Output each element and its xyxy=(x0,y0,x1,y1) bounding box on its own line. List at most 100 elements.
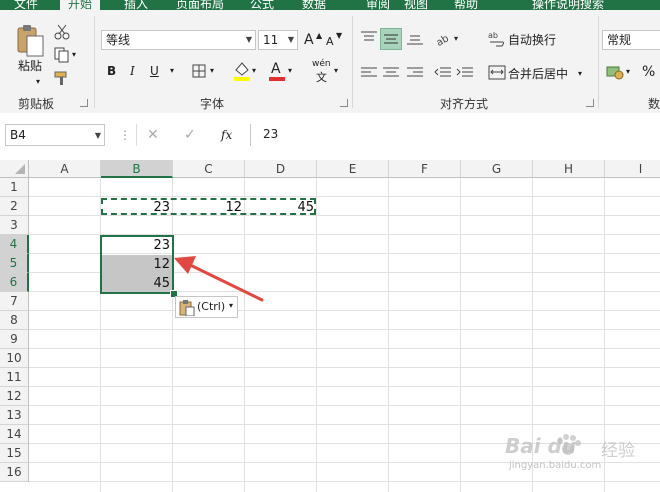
phonetic-dropdown-icon[interactable]: ▾ xyxy=(334,63,338,79)
row-header-5[interactable]: 5 xyxy=(0,254,29,273)
align-top-icon[interactable] xyxy=(360,30,378,46)
currency-dropdown-icon[interactable]: ▾ xyxy=(626,64,630,80)
insert-function-button[interactable]: fx xyxy=(221,127,232,143)
clipboard-launcher-icon[interactable] xyxy=(80,99,88,107)
tab-help[interactable]: 帮助 xyxy=(454,0,478,10)
paste-icon xyxy=(17,25,44,57)
font-size-combo[interactable]: 11 ▼ xyxy=(258,30,298,50)
copy-dropdown-icon[interactable]: ▾ xyxy=(72,47,76,63)
cut-icon[interactable] xyxy=(54,24,70,40)
fill-color-icon[interactable] xyxy=(233,60,251,82)
column-header-h[interactable]: H xyxy=(533,160,605,178)
row-header-7[interactable]: 7 xyxy=(0,292,29,311)
column-header-d[interactable]: D xyxy=(245,160,317,178)
column-header-i[interactable]: I xyxy=(605,160,660,178)
worksheet-grid: ABCDEFGHI 1 2 3 4 5 6 7 8 9 10 11 12 13 14 15 16 23 12 … xyxy=(0,160,660,492)
column-header-c[interactable]: C xyxy=(173,160,245,178)
percent-button[interactable]: % xyxy=(642,64,655,80)
row-header-10[interactable]: 10 xyxy=(0,349,29,368)
italic-button[interactable]: I xyxy=(130,63,135,79)
phonetic-button[interactable]: wén 文 xyxy=(312,59,336,84)
merge-center-button[interactable]: 合并后居中 xyxy=(508,66,568,82)
align-left-icon[interactable] xyxy=(360,66,378,80)
align-middle-button[interactable] xyxy=(380,28,402,50)
alignment-group-label: 对齐方式 xyxy=(440,97,489,111)
alignment-launcher-icon[interactable] xyxy=(586,99,594,107)
phonetic-glyph-icon: 文 xyxy=(316,71,327,84)
font-name-value: 等线 xyxy=(106,33,131,47)
merge-dropdown-icon[interactable]: ▾ xyxy=(578,66,582,82)
tab-formulas[interactable]: 公式 xyxy=(250,0,274,10)
border-dropdown-icon[interactable]: ▾ xyxy=(210,63,214,79)
column-header-a[interactable]: A xyxy=(29,160,101,178)
cancel-icon[interactable]: ✕ xyxy=(147,127,159,143)
tab-insert[interactable]: 插入 xyxy=(124,0,148,10)
font-color-icon: A xyxy=(271,61,281,77)
font-name-combo[interactable]: 等线 ▼ xyxy=(101,30,256,50)
column-header-g[interactable]: G xyxy=(461,160,533,178)
row-header-6[interactable]: 6 xyxy=(0,273,29,292)
row-header-8[interactable]: 8 xyxy=(0,311,29,330)
fill-color-dropdown-icon[interactable]: ▾ xyxy=(252,63,256,79)
row-header-13[interactable]: 13 xyxy=(0,406,29,425)
column-header-f[interactable]: F xyxy=(389,160,461,178)
column-header-e[interactable]: E xyxy=(317,160,389,178)
tab-review[interactable]: 审阅 xyxy=(366,0,390,10)
row-header-12[interactable]: 12 xyxy=(0,387,29,406)
shrink-arrow-icon: ▼ xyxy=(336,31,343,40)
tab-data[interactable]: 数据 xyxy=(302,0,326,10)
number-format-combo[interactable]: 常规 xyxy=(602,30,660,50)
row-header-15[interactable]: 15 xyxy=(0,444,29,463)
paste-button[interactable] xyxy=(14,24,46,62)
row-header-3[interactable]: 3 xyxy=(0,216,29,235)
decrease-indent-icon[interactable] xyxy=(434,66,452,80)
shrink-font-button[interactable]: A xyxy=(326,34,334,50)
increase-indent-icon[interactable] xyxy=(456,66,474,80)
row-header-11[interactable]: 11 xyxy=(0,368,29,387)
row-header-1[interactable]: 1 xyxy=(0,178,29,197)
font-color-dropdown-icon[interactable]: ▾ xyxy=(288,63,292,79)
font-color-button[interactable]: A xyxy=(268,60,286,82)
paste-dropdown-icon[interactable]: ▾ xyxy=(36,74,40,90)
number-format-value: 常规 xyxy=(607,33,632,47)
chevron-down-icon: ▼ xyxy=(287,35,294,44)
tab-home[interactable]: 开始 xyxy=(60,0,101,10)
tell-me-search[interactable]: 操作说明搜索 xyxy=(532,0,604,10)
currency-icon[interactable] xyxy=(606,64,624,80)
tab-file[interactable]: 文件 xyxy=(14,0,38,10)
bold-button[interactable]: B xyxy=(107,63,116,79)
underline-button[interactable]: U xyxy=(150,63,159,79)
copy-marquee xyxy=(101,198,316,215)
grow-font-button[interactable]: A xyxy=(304,32,314,48)
underline-dropdown-icon[interactable]: ▾ xyxy=(170,63,174,79)
select-all-triangle-icon xyxy=(15,164,25,174)
orientation-dropdown-icon[interactable]: ▾ xyxy=(454,31,458,47)
border-icon[interactable] xyxy=(192,64,206,78)
wrap-text-icon[interactable]: ab xyxy=(488,30,506,48)
align-center-icon[interactable] xyxy=(382,66,400,80)
row-header-16[interactable]: 16 xyxy=(0,463,29,482)
font-launcher-icon[interactable] xyxy=(340,99,348,107)
merge-center-icon[interactable] xyxy=(488,64,506,82)
row-header-9[interactable]: 9 xyxy=(0,330,29,349)
formula-input[interactable]: 23 xyxy=(250,124,660,146)
tab-page-layout[interactable]: 页面布局 xyxy=(176,0,224,10)
orientation-icon[interactable]: ab xyxy=(434,30,452,46)
align-right-icon[interactable] xyxy=(406,66,424,80)
row-header-4[interactable]: 4 xyxy=(0,235,29,254)
enter-icon[interactable]: ✓ xyxy=(184,127,196,143)
wrap-text-button[interactable]: 自动换行 xyxy=(508,32,556,48)
select-all-button[interactable] xyxy=(0,160,29,178)
copy-icon[interactable] xyxy=(54,47,70,63)
row-header-14[interactable]: 14 xyxy=(0,425,29,444)
column-header-b[interactable]: B xyxy=(101,160,173,178)
name-box[interactable]: B4 ▼ xyxy=(5,124,105,146)
paste-label[interactable]: 粘贴 xyxy=(18,58,42,74)
column-gridline xyxy=(460,178,461,492)
ribbon-tab-bar: 文件 开始 插入 页面布局 公式 数据 审阅 视图 帮助 操作说明搜索 xyxy=(0,0,660,10)
align-middle-icon xyxy=(384,34,398,44)
format-painter-icon[interactable] xyxy=(54,70,70,86)
row-header-2[interactable]: 2 xyxy=(0,197,29,216)
align-bottom-icon[interactable] xyxy=(406,30,424,46)
tab-view[interactable]: 视图 xyxy=(404,0,428,10)
